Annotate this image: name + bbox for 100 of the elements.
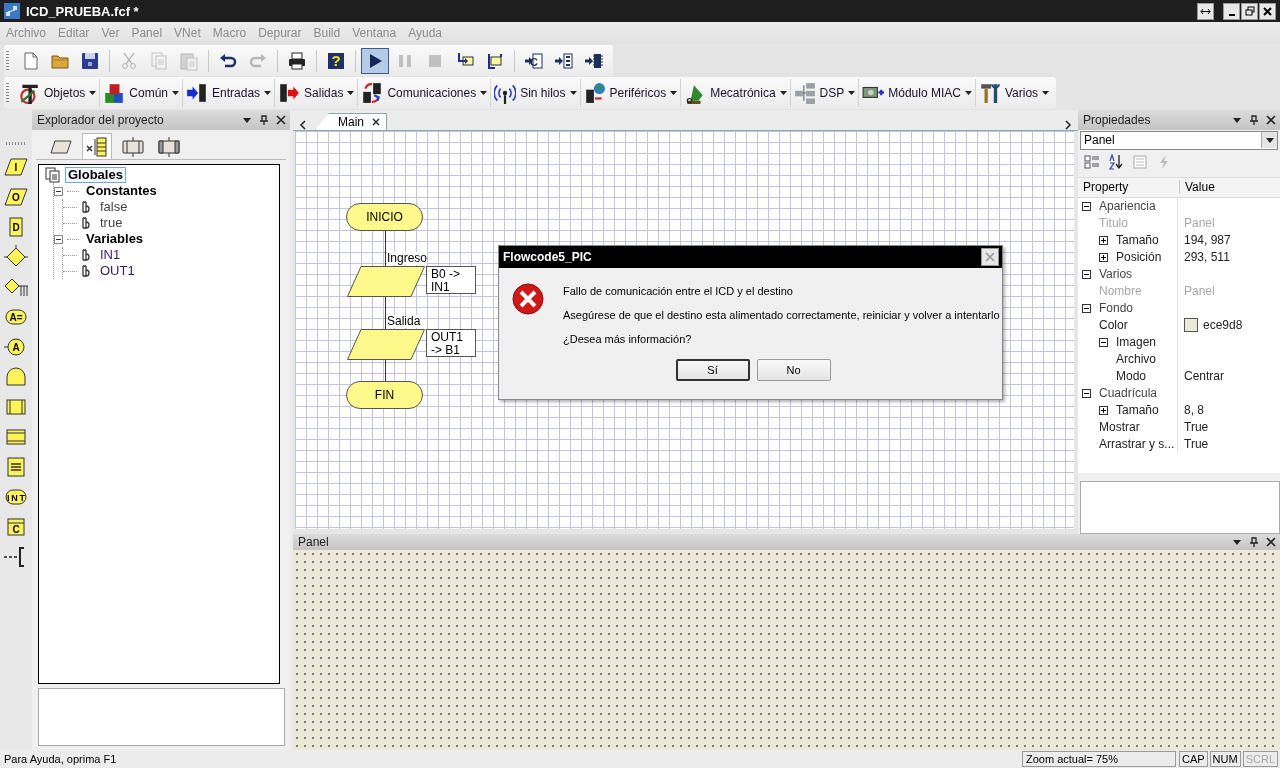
pin-icon[interactable] <box>1249 114 1259 125</box>
documents-icon <box>45 167 61 183</box>
collapse-icon[interactable] <box>1082 303 1091 313</box>
globe-chip-icon <box>583 82 606 104</box>
decision-icon[interactable] <box>4 245 28 269</box>
tree-item[interactable]: Constantes <box>83 183 160 199</box>
output-node[interactable] <box>347 329 425 360</box>
caret-icon <box>264 91 272 95</box>
variable-icon <box>81 217 93 229</box>
expand-icon[interactable] <box>1099 405 1108 415</box>
property-value[interactable]: 293, 511 <box>1184 250 1230 265</box>
tree-item[interactable]: true <box>97 215 126 231</box>
caret-icon <box>964 91 972 95</box>
collapse-icon[interactable] <box>1082 201 1091 211</box>
property-value[interactable]: ece9d8 <box>1203 318 1243 333</box>
flow-blocks-icon <box>793 82 816 104</box>
block-icon <box>121 136 145 157</box>
property-name: Varios <box>1099 267 1133 282</box>
component-menu-button[interactable]: DSP <box>789 79 859 107</box>
component-menu-button[interactable]: Comunicaciones <box>357 79 491 107</box>
caret-icon <box>89 91 97 95</box>
component-menu-button[interactable]: Mecatrónica <box>680 79 790 107</box>
tree-item[interactable]: OUT1 <box>97 263 138 279</box>
close-icon[interactable] <box>1266 537 1276 547</box>
component-menu-button[interactable]: Varios <box>974 79 1053 107</box>
component-menu-button[interactable]: Salidas <box>274 79 358 107</box>
communication-icon <box>361 82 384 104</box>
double-arrow-button[interactable] <box>1197 2 1214 20</box>
object-dropdown[interactable]: Panel <box>1080 130 1278 151</box>
dialog-button[interactable]: No <box>756 359 831 381</box>
panel-title: Propiedades <box>1083 112 1152 127</box>
connector-line <box>385 297 386 329</box>
property-name: Tamaño <box>1116 233 1159 248</box>
dialog-button[interactable]: Sí <box>675 359 750 381</box>
clipboard-icon <box>179 50 199 71</box>
close-icon[interactable] <box>276 115 286 125</box>
input-node[interactable] <box>347 266 425 297</box>
tree-item[interactable]: Globales <box>65 167 126 183</box>
minimize-icon <box>1228 13 1235 16</box>
component-menu-button[interactable]: Entradas <box>182 79 275 107</box>
toolbar-button[interactable] <box>361 47 389 74</box>
loop-icon[interactable] <box>4 365 28 389</box>
dialog-message: Asegúrese de que el destino esta alimentado correctamente, reiniciar y volver a intentarlo <box>563 309 1000 321</box>
explorer-tab[interactable] <box>82 133 112 159</box>
close-icon[interactable] <box>1266 114 1276 125</box>
expand-icon[interactable] <box>1099 252 1108 262</box>
code-icon[interactable]: C <box>4 515 28 539</box>
property-value[interactable]: 194, 987 <box>1184 233 1231 248</box>
restore-button[interactable] <box>1241 2 1258 20</box>
key-indicator: SCRL <box>1242 751 1278 767</box>
pin-icon[interactable] <box>1249 537 1259 547</box>
tree-item[interactable]: Variables <box>83 231 147 247</box>
tree-item[interactable]: IN1 <box>97 247 124 263</box>
input-output-icon[interactable]: O <box>4 185 28 209</box>
collapse-icon[interactable] <box>54 234 63 244</box>
collapse-icon[interactable] <box>1082 269 1091 279</box>
scroll-left-icon[interactable] <box>299 120 307 130</box>
document-tab[interactable]: Main <box>315 113 387 130</box>
component-menu-button[interactable]: Sin hilos <box>490 79 580 107</box>
component-menu-button[interactable]: Común <box>99 79 183 107</box>
property-name: Titulo <box>1099 216 1128 231</box>
dropdown-icon[interactable] <box>242 115 252 125</box>
text-block-icon[interactable] <box>4 455 28 479</box>
tree-item[interactable]: false <box>97 199 131 215</box>
hammer-wrench-icon <box>978 82 1001 104</box>
property-value[interactable]: 8, 8 <box>1184 403 1204 418</box>
connection-point-icon[interactable]: A <box>4 335 28 359</box>
caret-icon <box>480 91 488 95</box>
collapse-icon[interactable] <box>1099 337 1108 347</box>
component-menu-button[interactable]: Objetos <box>15 79 100 107</box>
close-icon[interactable] <box>372 118 380 126</box>
close-button[interactable] <box>1259 2 1276 20</box>
scroll-right-icon[interactable] <box>1064 120 1072 130</box>
panel-title: Explorador del proyecto <box>37 113 165 127</box>
expand-icon[interactable] <box>1099 235 1108 245</box>
collapse-icon[interactable] <box>54 186 63 196</box>
property-name: Apariencia <box>1099 199 1156 214</box>
pin-icon[interactable] <box>259 115 269 125</box>
property-value[interactable]: True <box>1184 420 1209 435</box>
component-menu-button[interactable]: Módulo MIAC <box>858 79 975 107</box>
terminator-node[interactable]: FIN <box>346 381 423 409</box>
property-value[interactable]: True <box>1184 437 1209 452</box>
restore-icon <box>1244 6 1255 16</box>
property-name: Arrastrar y s... <box>1099 437 1175 452</box>
zoom-indicator: Zoom actual= 75% <box>1021 751 1176 767</box>
antenna-icon <box>494 82 517 104</box>
scissors-icon <box>119 50 139 71</box>
property-name: Imagen <box>1116 335 1157 350</box>
property-value[interactable]: Centrar <box>1184 369 1224 384</box>
dialog-message: ¿Desea más información? <box>563 333 693 345</box>
sort-az-icon[interactable] <box>1108 154 1124 171</box>
collapse-icon[interactable] <box>1082 388 1091 398</box>
caret-icon <box>670 91 678 95</box>
terminator-node[interactable]: INICIO <box>346 203 423 231</box>
minimize-button[interactable] <box>1223 2 1240 20</box>
component-menu-button[interactable]: Periféricos <box>579 79 681 107</box>
connector-line <box>385 360 386 381</box>
input-output-icon[interactable]: I <box>4 155 28 179</box>
dropdown-icon[interactable] <box>1232 537 1242 547</box>
categorized-icon[interactable] <box>1084 154 1100 171</box>
